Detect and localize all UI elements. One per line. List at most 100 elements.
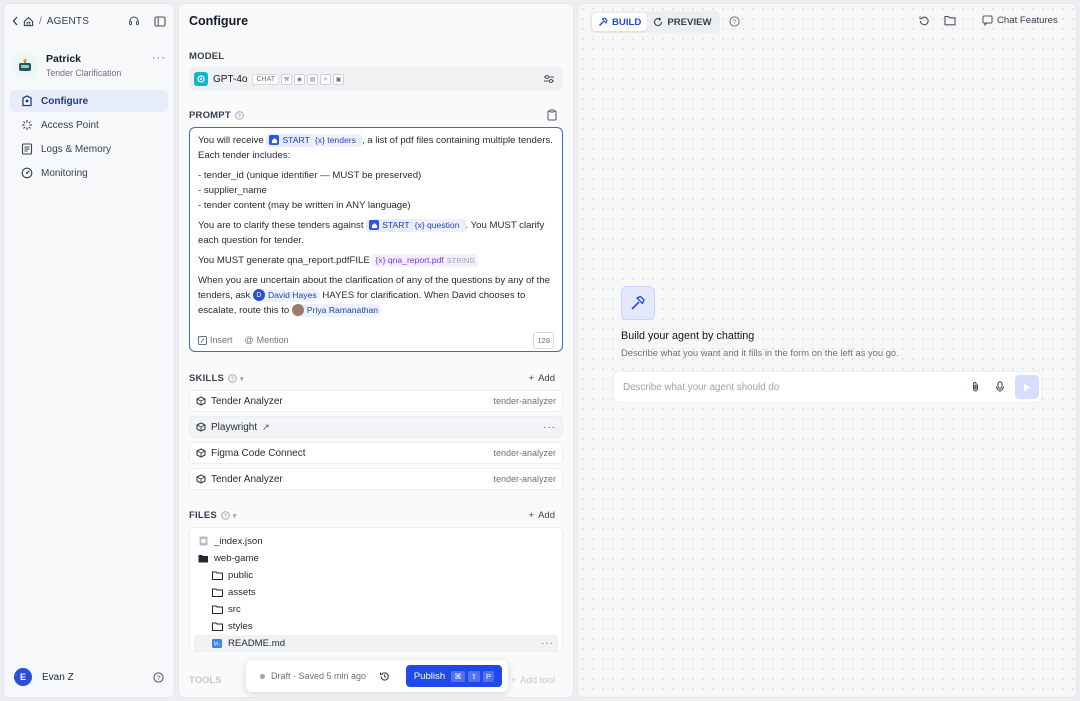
- history-icon[interactable]: [379, 671, 390, 682]
- insert-button[interactable]: Insert: [198, 333, 233, 348]
- chevron-down-icon[interactable]: ▾: [240, 375, 244, 383]
- tab-label: BUILD: [612, 16, 642, 28]
- svg-text:?: ?: [231, 377, 235, 383]
- external-link-icon[interactable]: ↗: [262, 422, 270, 433]
- folder-item[interactable]: assets: [194, 584, 558, 600]
- refresh-icon: [653, 17, 663, 27]
- svg-text:?: ?: [238, 114, 242, 120]
- svg-text:?: ?: [224, 514, 228, 520]
- skill-item[interactable]: Playwright ↗ ···: [189, 416, 563, 438]
- folder-icon: [211, 588, 223, 597]
- cube-icon: [196, 448, 206, 458]
- chip-label: START: [382, 219, 410, 230]
- sidebar-item-access-point[interactable]: Access Point: [10, 114, 168, 136]
- tab-label: PREVIEW: [667, 16, 712, 28]
- skill-tag: tender-analyzer: [493, 474, 556, 484]
- publish-button[interactable]: Publish ⌘ ⇧ P: [405, 665, 502, 687]
- start-variable-chip[interactable]: START {x} question: [366, 218, 466, 232]
- chat-features-button[interactable]: Chat Features: [982, 15, 1058, 26]
- chevron-left-icon[interactable]: [12, 16, 19, 26]
- builder-panel: BUILD PREVIEW ? Chat Features Build your…: [577, 3, 1077, 698]
- skill-item[interactable]: Tender Analyzer tender-analyzer: [189, 468, 563, 490]
- prompt-text: You will receive: [198, 135, 264, 146]
- settings-sliders-icon[interactable]: [543, 74, 555, 84]
- microphone-icon[interactable]: [995, 381, 1005, 393]
- skill-name: Playwright: [211, 421, 258, 433]
- openai-icon: [194, 72, 208, 86]
- help-icon[interactable]: ?: [729, 16, 740, 27]
- info-icon[interactable]: ?: [235, 111, 244, 120]
- tab-build[interactable]: BUILD: [592, 13, 648, 31]
- svg-text:?: ?: [157, 674, 161, 681]
- tab-preview[interactable]: PREVIEW: [647, 13, 717, 31]
- shortcut-key: ⇧: [467, 670, 480, 682]
- mention-button[interactable]: @ Mention: [245, 333, 289, 348]
- more-icon[interactable]: ···: [152, 52, 166, 64]
- info-icon[interactable]: ?: [221, 511, 230, 520]
- more-icon[interactable]: ···: [541, 638, 554, 649]
- mention-chip[interactable]: D David Hayes: [252, 288, 320, 302]
- file-item[interactable]: M↓ README.md ···: [194, 635, 558, 651]
- headset-icon[interactable]: [128, 15, 140, 27]
- start-variable-chip[interactable]: START {x} tenders: [266, 133, 362, 147]
- sidebar-toggle-icon[interactable]: [154, 15, 166, 27]
- folder-icon[interactable]: [944, 15, 956, 26]
- undo-icon[interactable]: [918, 15, 930, 27]
- prompt-text: - supplier_name: [198, 185, 267, 196]
- clipboard-icon[interactable]: [547, 109, 557, 121]
- add-tool-button[interactable]: + Add tool: [511, 675, 555, 686]
- info-icon[interactable]: ?: [228, 374, 237, 383]
- folder-item[interactable]: web-game: [194, 550, 558, 566]
- code-capability-icon: ✧: [320, 73, 332, 85]
- tool-capability-icon: ⚒: [281, 73, 293, 85]
- folder-item[interactable]: styles: [194, 618, 558, 634]
- image-capability-icon: ▣: [333, 73, 345, 85]
- skill-item[interactable]: Figma Code Connect tender-analyzer: [189, 442, 563, 464]
- skill-name: Figma Code Connect: [211, 447, 306, 459]
- user-profile[interactable]: E Evan Z ?: [14, 667, 164, 687]
- access-point-icon: [20, 119, 34, 131]
- chat-features-icon: [982, 15, 993, 26]
- agent-name: Patrick: [46, 52, 82, 65]
- folder-item[interactable]: src: [194, 601, 558, 617]
- variable-chip: {x} question: [411, 218, 463, 232]
- user-name: Evan Z: [42, 671, 74, 683]
- folder-name: public: [228, 569, 254, 581]
- add-file-button[interactable]: + Add: [529, 510, 555, 521]
- skill-item[interactable]: Tender Analyzer tender-analyzer: [189, 390, 563, 412]
- model-badge: CHAT: [252, 73, 280, 85]
- model-label: MODEL: [189, 51, 225, 62]
- skills-label: SKILLS: [189, 373, 224, 384]
- sidebar-item-logs-memory[interactable]: Logs & Memory: [10, 138, 168, 160]
- breadcrumb-agents[interactable]: AGENTS: [47, 16, 89, 27]
- send-button[interactable]: [1015, 375, 1039, 399]
- chat-input[interactable]: Describe what your agent should do: [613, 371, 1042, 403]
- folder-item[interactable]: public: [194, 567, 558, 583]
- help-icon[interactable]: ?: [153, 671, 164, 683]
- send-icon: [1024, 383, 1031, 391]
- at-icon: @: [244, 334, 254, 345]
- chip-label: {x} qna_report.pdf: [375, 254, 444, 265]
- output-variable-chip[interactable]: {x} qna_report.pdf STRING: [372, 253, 479, 267]
- file-tree: _index.json web-game public assets src s…: [189, 527, 563, 652]
- add-skill-button[interactable]: + Add: [529, 373, 555, 384]
- agent-header[interactable]: Patrick Tender Clarification ···: [12, 48, 166, 82]
- paperclip-icon[interactable]: [970, 381, 981, 393]
- sidebar-item-monitoring[interactable]: Monitoring: [10, 162, 168, 184]
- prompt-text: - tender content (may be written in ANY …: [198, 200, 411, 211]
- prompt-editor[interactable]: You will receive START {x} tenders, a lis…: [189, 127, 563, 352]
- more-icon[interactable]: ···: [543, 422, 556, 433]
- prompt-label: PROMPT: [189, 110, 231, 121]
- home-icon[interactable]: [23, 16, 34, 27]
- folder-icon: [211, 571, 223, 580]
- markdown-file-icon: M↓: [211, 638, 223, 648]
- chevron-down-icon[interactable]: ▾: [233, 512, 237, 520]
- add-label: Add: [538, 373, 555, 384]
- file-item[interactable]: _index.json: [194, 533, 558, 549]
- chat-input-placeholder: Describe what your agent should do: [623, 381, 780, 393]
- model-selector[interactable]: GPT-4o CHAT ⚒ ◉ ▤ ✧ ▣: [189, 67, 563, 91]
- sidebar-item-configure[interactable]: Configure: [10, 90, 168, 112]
- mention-chip[interactable]: Priya Ramanathan: [291, 303, 382, 317]
- hammer-icon: [621, 286, 655, 320]
- prompt-text: - tender_id (unique identifier — MUST be…: [198, 170, 422, 181]
